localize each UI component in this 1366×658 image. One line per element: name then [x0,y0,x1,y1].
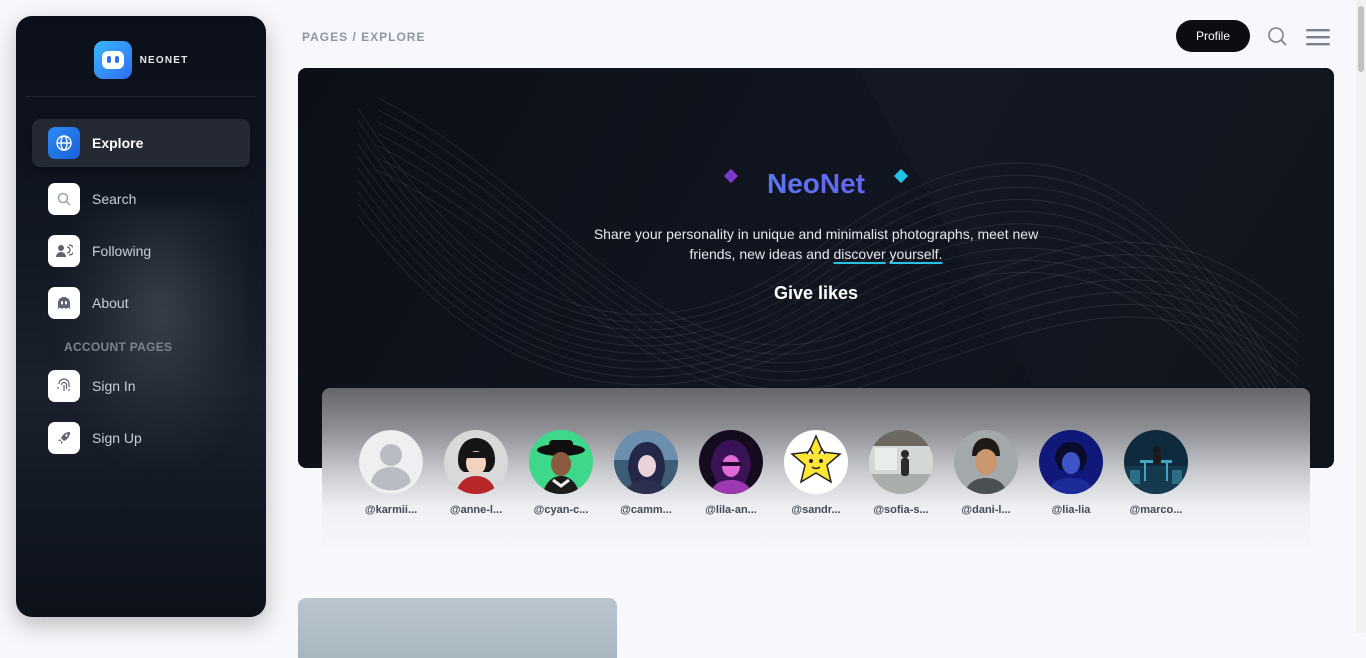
post-card[interactable] [298,598,617,658]
story-item[interactable]: @karmii... [349,430,433,516]
sidebar-item-label: Sign Up [92,430,142,446]
avatar[interactable] [614,430,678,494]
story-item[interactable]: @cyan-c... [519,430,603,516]
sidebar-item-search[interactable]: Search [32,175,250,223]
globe-icon [48,127,80,159]
sidebar-item-label: Search [92,191,137,207]
sidebar-item-label: Following [92,243,152,259]
story-handle: @lia-lia [1051,504,1091,516]
hero-subtitle: Give likes [773,283,859,303]
avatar[interactable] [444,430,508,494]
hero-description-line: Share your personality in unique and min… [593,226,1039,242]
yourself-link[interactable]: yourself. [890,246,943,262]
hero-description-line: friends, new ideas and discover yourself… [298,244,1334,264]
avatar[interactable] [1039,430,1103,494]
story-item[interactable]: @marco... [1114,430,1198,516]
avatar[interactable] [954,430,1018,494]
avatar[interactable] [784,430,848,494]
ghost-icon [48,287,80,319]
story-item[interactable]: @sofia-s... [859,430,943,516]
breadcrumb: PAGES / EXPLORE [302,30,426,44]
menu-icon[interactable] [1305,27,1331,47]
scrollbar-track [1356,0,1366,633]
brand[interactable]: NEONET [16,40,266,80]
search-icon [48,183,80,215]
story-handle: @karmii... [364,504,418,516]
discover-link[interactable]: discover [834,246,886,262]
sidebar-item-label: Sign In [92,378,136,394]
profile-button[interactable]: Profile [1176,20,1250,52]
users-icon [48,235,80,267]
story-item[interactable]: @lia-lia [1029,430,1113,516]
section-label-account-pages: ACCOUNT PAGES [64,340,173,354]
divider [26,96,256,97]
sidebar-item-about[interactable]: About [32,279,250,327]
fingerprint-icon [48,370,80,402]
search-icon[interactable] [1266,25,1288,47]
story-handle: @cyan-c... [533,504,589,516]
scrollbar-thumb[interactable] [1358,6,1364,72]
story-handle: @sofia-s... [873,504,929,516]
story-item[interactable]: @dani-l... [944,430,1028,516]
story-handle: @sandr... [791,504,841,516]
story-item[interactable]: @camm... [604,430,688,516]
story-item[interactable]: @sandr... [774,430,858,516]
sidebar-item-sign-in[interactable]: Sign In [32,362,250,410]
hero-description-text: friends, new ideas and [689,246,834,262]
neonet-logo-icon [93,41,132,79]
story-handle: @lila-an... [705,504,757,516]
avatar[interactable] [1124,430,1188,494]
story-item[interactable]: @anne-l... [434,430,518,516]
rocket-icon [48,422,80,454]
sidebar-item-label: Explore [92,135,144,151]
stories-strip: @karmii... @anne-l... @cyan-c... @camm..… [322,388,1310,554]
avatar[interactable] [359,430,423,494]
sidebar: NEONET Explore Search Following About AC… [16,16,266,617]
story-handle: @anne-l... [449,504,503,516]
avatar[interactable] [869,430,933,494]
sidebar-item-sign-up[interactable]: Sign Up [32,414,250,462]
sidebar-item-following[interactable]: Following [32,227,250,275]
story-item[interactable]: @lila-an... [689,430,773,516]
story-handle: @camm... [620,504,672,516]
avatar[interactable] [529,430,593,494]
sidebar-item-explore[interactable]: Explore [32,119,250,167]
avatar[interactable] [699,430,763,494]
story-handle: @marco... [1129,504,1183,516]
hero-description: Share your personality in unique and min… [298,224,1334,264]
brand-name: NEONET [139,54,189,66]
hero-title: NeoNet [298,168,1334,200]
sidebar-item-label: About [92,295,129,311]
story-handle: @dani-l... [961,504,1011,516]
